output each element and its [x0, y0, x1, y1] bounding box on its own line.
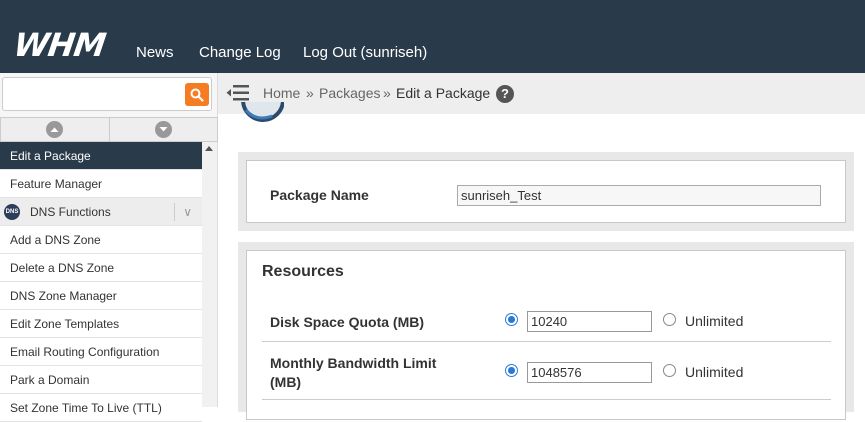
- collapse-up-button[interactable]: [0, 117, 110, 142]
- sidebar-scrollbar[interactable]: [202, 142, 217, 407]
- dns-icon: DNS: [4, 203, 20, 220]
- sidebar-group-label: DNS Functions: [30, 204, 111, 219]
- resources-title: Resources: [262, 263, 344, 280]
- sidebar-scroll-arrows: [0, 117, 218, 142]
- breadcrumb-current: Edit a Package: [396, 85, 491, 101]
- bandwidth-label: Monthly Bandwidth Limit: [270, 355, 437, 371]
- row-divider: [262, 341, 831, 342]
- breadcrumb-separator: »: [306, 85, 314, 101]
- bandwidth-unlimited-label[interactable]: Unlimited: [685, 364, 743, 380]
- disk-quota-unlimited-label[interactable]: Unlimited: [685, 313, 743, 329]
- package-name-panel: Package Name: [238, 152, 854, 231]
- sidebar-menu: Edit a Package Feature Manager DNS DNS F…: [0, 142, 202, 422]
- top-bar: WHM News Change Log Log Out (sunriseh): [0, 0, 865, 73]
- bandwidth-input[interactable]: [527, 362, 652, 383]
- breadcrumb-packages-link[interactable]: Packages: [319, 85, 380, 101]
- sidebar-item-edit-package[interactable]: Edit a Package: [0, 142, 202, 170]
- package-name-box: Package Name: [246, 160, 846, 223]
- help-icon[interactable]: ?: [496, 85, 514, 103]
- breadcrumb-home-link[interactable]: Home: [263, 85, 300, 101]
- sidebar-item-set-zone-ttl[interactable]: Set Zone Time To Live (TTL): [0, 394, 202, 422]
- sidebar-item-add-dns-zone[interactable]: Add a DNS Zone: [0, 226, 202, 254]
- bandwidth-unlimited-radio[interactable]: [663, 364, 676, 377]
- sidebar-item-delete-dns-zone[interactable]: Delete a DNS Zone: [0, 254, 202, 282]
- logout-link[interactable]: Log Out (sunriseh): [303, 44, 427, 61]
- sidebar-item-email-routing[interactable]: Email Routing Configuration: [0, 338, 202, 366]
- page-header-icon: [238, 102, 284, 126]
- breadcrumb-separator: »: [383, 85, 391, 101]
- sidebar-group-dns-functions[interactable]: DNS DNS Functions ∨: [0, 198, 202, 226]
- sidebar-item-feature-manager[interactable]: Feature Manager: [0, 170, 202, 198]
- scroll-up-icon[interactable]: [205, 146, 213, 151]
- resources-panel: Resources Disk Space Quota (MB) Unlimite…: [238, 242, 854, 420]
- whm-logo[interactable]: WHM: [11, 26, 107, 64]
- disk-quota-limited-radio[interactable]: [505, 313, 518, 326]
- breadcrumb-bar: Home » Packages » Edit a Package ?: [218, 73, 865, 114]
- disk-quota-input[interactable]: [527, 311, 652, 332]
- bandwidth-limited-radio[interactable]: [505, 364, 518, 377]
- change-log-link[interactable]: Change Log: [199, 44, 281, 61]
- expand-down-button[interactable]: [109, 117, 218, 142]
- row-divider: [262, 399, 831, 400]
- sidebar-search: [2, 77, 212, 111]
- disk-quota-label: Disk Space Quota (MB): [270, 314, 425, 330]
- sidebar-item-dns-zone-manager[interactable]: DNS Zone Manager: [0, 282, 202, 310]
- sidebar-item-park-domain[interactable]: Park a Domain: [0, 366, 202, 394]
- sidebar: Edit a Package Feature Manager DNS DNS F…: [0, 73, 218, 422]
- chevron-up-icon: [46, 121, 64, 138]
- search-input[interactable]: [6, 81, 182, 107]
- news-link[interactable]: News: [136, 44, 174, 61]
- menu-toggle-icon: [226, 85, 249, 101]
- bandwidth-label-unit: (MB): [270, 374, 302, 390]
- package-name-field[interactable]: [457, 185, 821, 206]
- chevron-down-icon: [154, 121, 172, 138]
- search-icon: [190, 88, 204, 102]
- sidebar-item-edit-zone-templates[interactable]: Edit Zone Templates: [0, 310, 202, 338]
- package-name-label: Package Name: [270, 187, 369, 203]
- search-button[interactable]: [185, 83, 209, 106]
- resources-box: Resources Disk Space Quota (MB) Unlimite…: [246, 250, 846, 420]
- chevron-down-icon: ∨: [174, 203, 192, 221]
- disk-quota-unlimited-radio[interactable]: [663, 313, 676, 326]
